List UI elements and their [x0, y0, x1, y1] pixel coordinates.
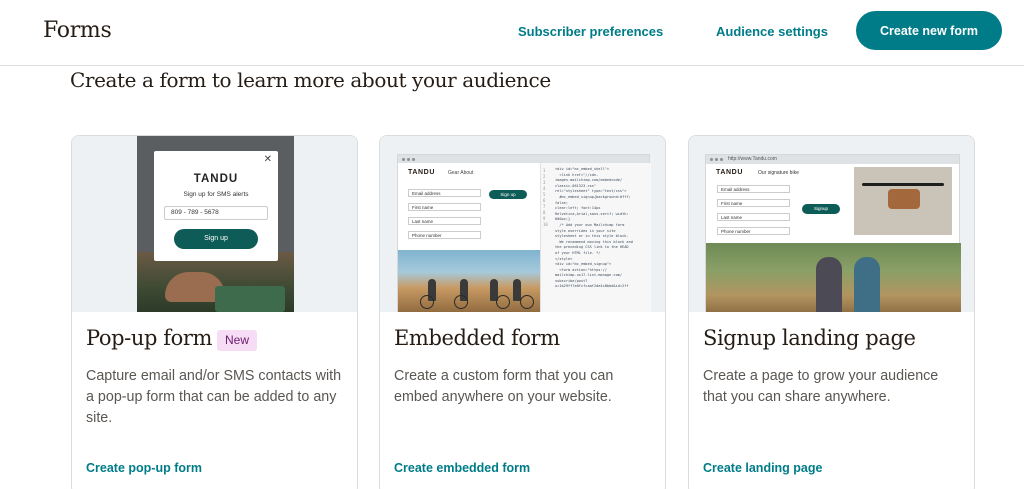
app-title: Forms	[43, 18, 112, 43]
last-name-field-preview: Last name	[408, 217, 481, 225]
top-header: Forms Subscriber preferences Audience se…	[0, 0, 1024, 66]
popup-subtitle: Sign up for SMS alerts	[183, 191, 249, 198]
embedded-form-preview: TANDU Gear About Email address First nam…	[380, 136, 665, 312]
card-description: Create a page to grow your audience that…	[703, 368, 939, 405]
landing-page-card[interactable]: http://www.Tandu.com TANDU Our signature…	[688, 135, 975, 489]
embedded-logo: TANDU	[408, 169, 435, 176]
browser-window-preview: TANDU Gear About Email address First nam…	[397, 154, 651, 312]
embedded-signup-button: Sign up	[489, 190, 527, 199]
landing-logo: TANDU	[716, 169, 743, 176]
create-popup-form-link[interactable]: Create pop-up form	[86, 461, 202, 475]
last-name-field-preview: Last name	[717, 213, 790, 221]
audience-settings-link[interactable]: Audience settings	[716, 24, 828, 39]
landing-tagline: Our signature bike	[758, 170, 799, 176]
popup-form-card[interactable]: ✕ TANDU Sign up for SMS alerts 809 - 789…	[71, 135, 358, 489]
landing-page-preview: http://www.Tandu.com TANDU Our signature…	[689, 136, 974, 312]
phone-field-preview: Phone number	[408, 231, 481, 239]
cyclists-photo	[706, 243, 961, 312]
embedded-nav: Gear About	[448, 170, 474, 176]
card-title: Embedded form	[394, 326, 560, 350]
cyclists-photo	[398, 250, 540, 312]
page-heading: Create a form to learn more about your a…	[70, 68, 551, 92]
create-embedded-form-link[interactable]: Create embedded form	[394, 461, 530, 475]
popup-logo: TANDU	[193, 173, 239, 185]
create-landing-page-link[interactable]: Create landing page	[703, 461, 822, 475]
browser-bar	[398, 155, 649, 163]
close-icon: ✕	[263, 154, 272, 165]
browser-window-preview: http://www.Tandu.com TANDU Our signature…	[705, 154, 961, 312]
subscriber-preferences-link[interactable]: Subscriber preferences	[518, 24, 663, 39]
email-field-preview: Email address	[408, 189, 481, 197]
bike-product-photo	[854, 167, 952, 235]
line-numbers: 1 2 3 4 5 6 7 8 9 10	[543, 168, 548, 227]
popup-phone-field: 809 - 789 - 5678	[164, 206, 268, 220]
popup-signup-button: Sign up	[174, 229, 258, 249]
landing-signup-button: Signup	[802, 204, 840, 214]
embedded-form-card[interactable]: TANDU Gear About Email address First nam…	[379, 135, 666, 489]
embed-code-panel: 1 2 3 4 5 6 7 8 9 10 <div id="mc_embed_s…	[540, 163, 651, 312]
card-title: Signup landing page	[703, 326, 916, 350]
card-description: Create a custom form that you can embed …	[394, 368, 614, 405]
new-badge: New	[217, 330, 258, 351]
first-name-field-preview: First name	[408, 203, 481, 211]
embed-code: <div id="mc_embed_shell"> <link href="//…	[555, 167, 633, 289]
popup-form-preview: ✕ TANDU Sign up for SMS alerts 809 - 789…	[72, 136, 357, 312]
url-text: http://www.Tandu.com	[728, 156, 777, 162]
browser-bar: http://www.Tandu.com	[706, 155, 959, 164]
card-title: Pop-up form	[86, 326, 213, 350]
popup-preview-box: ✕ TANDU Sign up for SMS alerts 809 - 789…	[154, 151, 278, 261]
first-name-field-preview: First name	[717, 199, 790, 207]
phone-field-preview: Phone number	[717, 227, 790, 235]
card-description: Capture email and/or SMS contacts with a…	[86, 368, 342, 426]
email-field-preview: Email address	[717, 185, 790, 193]
box-photo	[215, 286, 285, 312]
create-new-form-button[interactable]: Create new form	[856, 11, 1002, 50]
